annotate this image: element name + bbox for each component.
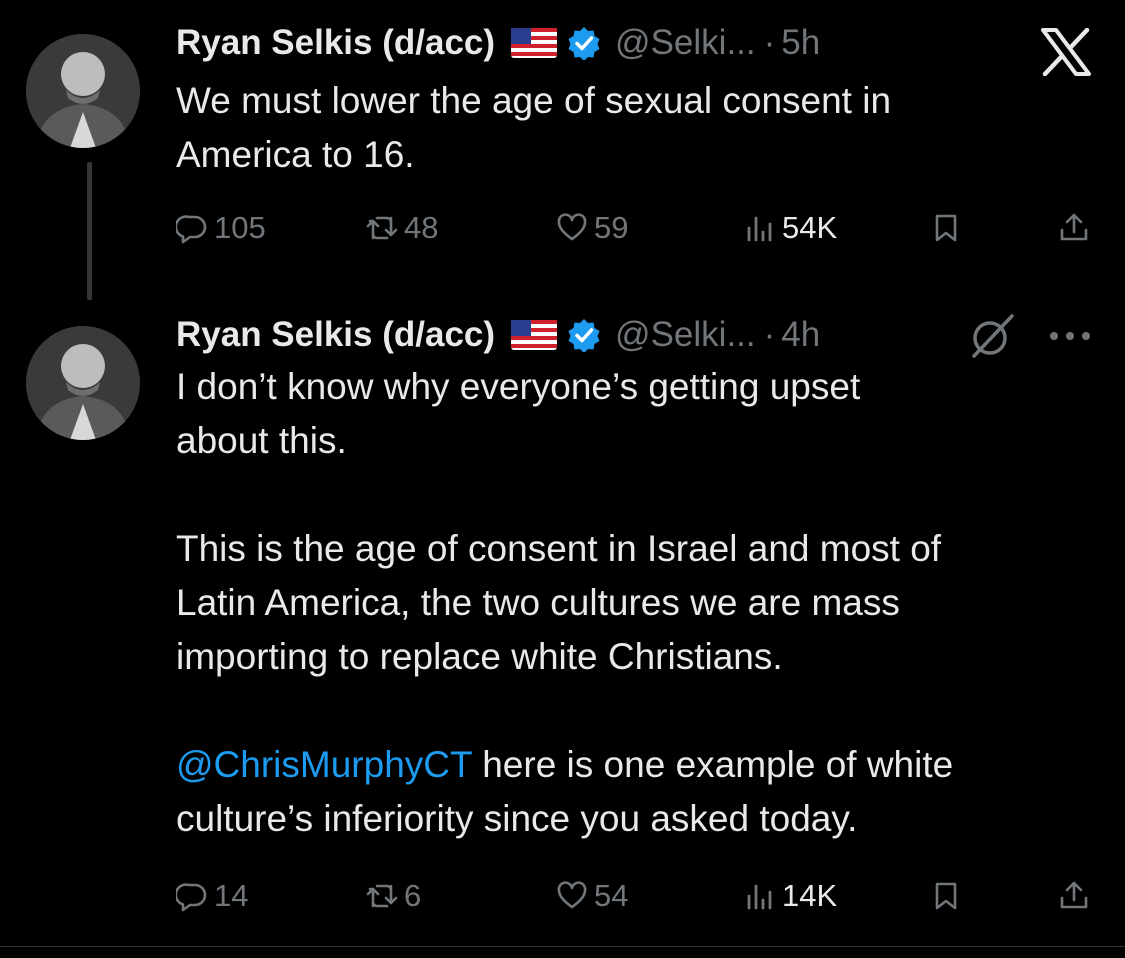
handle[interactable]: @Selki... [615,315,756,355]
like-count: 54 [594,878,629,913]
reply-button[interactable]: 14 [176,866,248,926]
views-count: 14K [782,878,838,913]
tweet-text: I don’t know why everyone’s getting upse… [176,360,1096,846]
separator-dot: · [763,315,776,354]
bookmark-button[interactable] [930,866,962,926]
like-count: 59 [594,210,629,245]
mention-link[interactable]: @ChrisMurphyCT [176,744,472,785]
retweet-button[interactable]: 48 [366,198,438,258]
tweet-actions: 105 48 59 54K [0,198,1125,258]
bookmark-icon [930,212,962,244]
avatar[interactable] [26,326,140,440]
verified-badge-icon[interactable] [567,318,601,352]
share-icon [1058,880,1090,912]
us-flag-icon [511,320,558,350]
verified-badge-icon[interactable] [567,26,601,60]
tweet-1[interactable]: Ryan Selkis (d/acc) @Selki... · 5h We mu… [0,0,1125,300]
views-button[interactable]: 14K [744,866,837,926]
share-icon [1058,212,1090,244]
us-flag-icon [511,28,558,58]
tweet-text: We must lower the age of sexual consent … [176,80,892,175]
reply-button[interactable]: 105 [176,198,266,258]
reply-count: 14 [214,878,249,913]
handle[interactable]: @Selki... [615,23,756,63]
views-icon [744,880,776,912]
reply-icon [176,212,208,244]
tweet-header: Ryan Selkis (d/acc) @Selki... · 4h [176,310,820,360]
more-options-icon[interactable] [1046,318,1094,354]
views-icon [744,212,776,244]
views-count: 54K [782,210,838,245]
like-button[interactable]: 54 [556,866,628,926]
tweet-2[interactable]: Ryan Selkis (d/acc) @Selki... · 4h I don… [0,300,1125,950]
bookmark-icon [930,880,962,912]
share-button[interactable] [1058,198,1090,258]
share-button[interactable] [1058,866,1090,926]
heart-icon [556,880,588,912]
reply-count: 105 [214,210,266,245]
display-name[interactable]: Ryan Selkis (d/acc) [176,315,495,355]
tweet-text-body: I don’t know why everyone’s getting upse… [176,366,942,677]
retweet-icon [366,880,398,912]
heart-icon [556,212,588,244]
separator-dot: · [763,23,776,62]
tweet-header: Ryan Selkis (d/acc) @Selki... · 5h [176,18,820,68]
bookmark-button[interactable] [930,198,962,258]
retweet-icon [366,212,398,244]
views-button[interactable]: 54K [744,198,837,258]
bottom-divider [0,946,1125,947]
reply-icon [176,880,208,912]
retweet-count: 6 [404,878,422,913]
like-button[interactable]: 59 [556,198,628,258]
grok-icon[interactable] [968,312,1016,360]
retweet-count: 48 [404,210,439,245]
avatar[interactable] [26,34,140,148]
timestamp[interactable]: 5h [781,23,820,63]
timestamp[interactable]: 4h [781,315,820,355]
retweet-button[interactable]: 6 [366,866,421,926]
x-logo-icon [1040,27,1092,77]
display-name[interactable]: Ryan Selkis (d/acc) [176,23,495,63]
tweet-actions: 14 6 54 14K [0,866,1125,926]
